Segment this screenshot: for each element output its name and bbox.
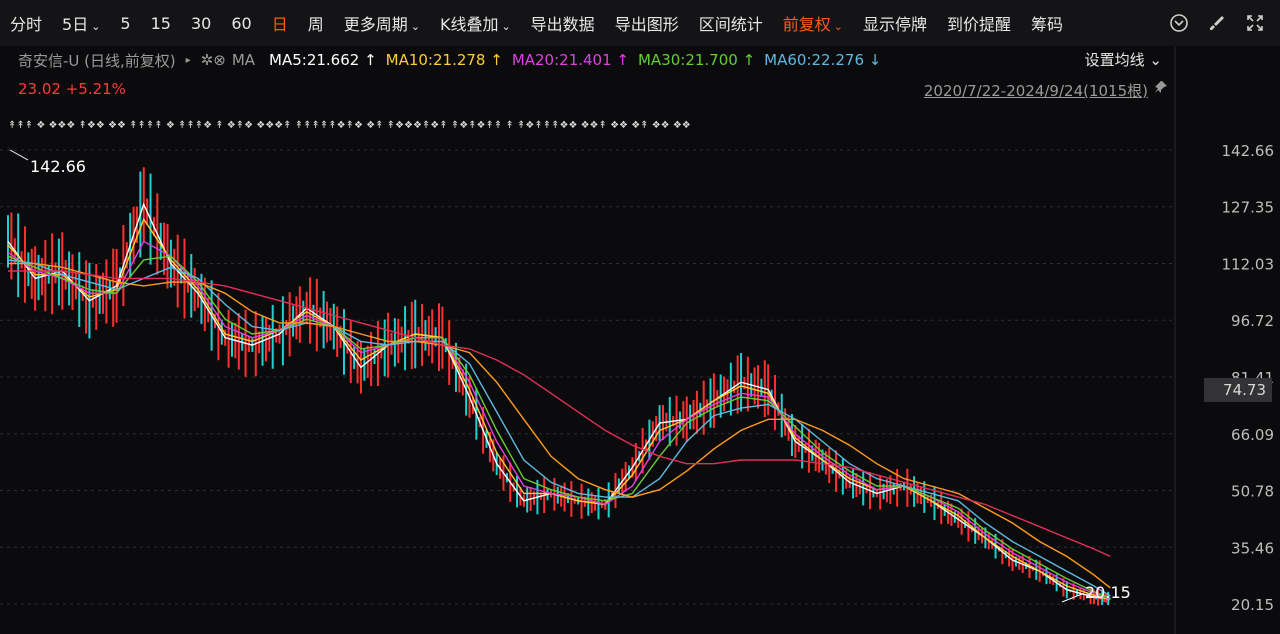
y-tick-label: 127.35 — [1222, 199, 1275, 217]
y-tick-label: 66.09 — [1231, 426, 1274, 444]
kline-chart: 142.66127.35112.0396.7281.4166.0950.7835… — [0, 46, 1275, 634]
y-tick-label: 20.15 — [1231, 596, 1274, 614]
series-line-MA60 — [7, 259, 1111, 597]
low-arrow — [1061, 593, 1083, 603]
high-arrow — [9, 149, 29, 161]
series-line-MA20 — [7, 240, 1111, 601]
y-tick-label: 50.78 — [1231, 482, 1274, 500]
high-label: 142.66 — [30, 157, 86, 176]
y-tick-label: 96.72 — [1231, 312, 1274, 330]
y-tick-label: 112.03 — [1222, 256, 1275, 274]
y-tick-label: 142.66 — [1222, 142, 1275, 160]
y-tick-label: 35.46 — [1231, 539, 1274, 557]
series-line-MA120 — [8, 262, 1111, 589]
last-price-box: 74.73 — [1204, 378, 1272, 402]
series-line-MA30 — [7, 255, 1111, 599]
low-label: 20.15 — [1085, 583, 1131, 602]
